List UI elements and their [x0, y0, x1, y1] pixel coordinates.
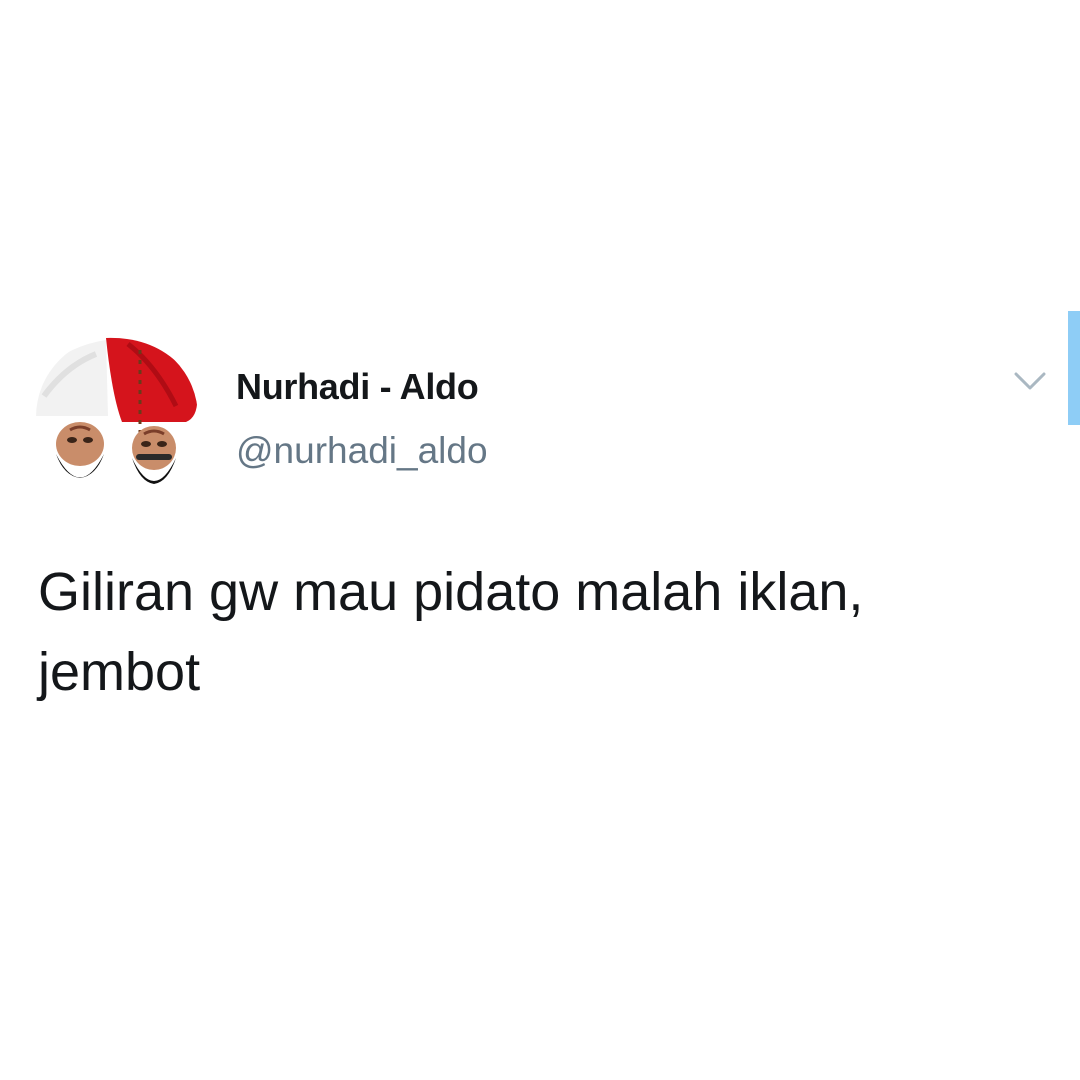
- avatar-image: [36, 336, 198, 498]
- tweet-text: Giliran gw mau pidato malah iklan, jembo…: [38, 562, 864, 702]
- tweet-menu-button[interactable]: [1010, 366, 1050, 396]
- avatar[interactable]: [36, 336, 198, 498]
- scroll-indicator[interactable]: [1068, 311, 1080, 425]
- author-display-name[interactable]: Nurhadi - Aldo: [236, 366, 479, 408]
- chevron-down-icon: [1014, 372, 1046, 390]
- author-handle[interactable]: @nurhadi_aldo: [236, 430, 488, 472]
